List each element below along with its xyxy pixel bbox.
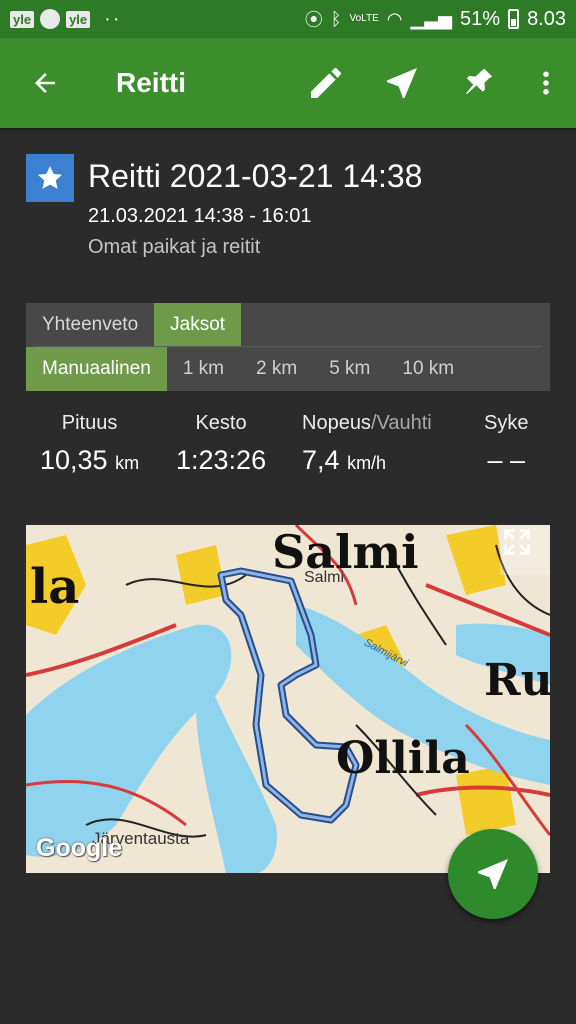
navigation-arrow-icon: [387, 68, 417, 98]
bluetooth-icon: ᛒ: [330, 8, 342, 29]
more-vert-icon: [543, 71, 549, 95]
stat-duration-label: Kesto: [195, 412, 247, 434]
navigation-arrow-icon: [478, 859, 508, 889]
segment-manual[interactable]: Manuaalinen: [26, 347, 167, 391]
yle-notification-icon: yle: [66, 10, 91, 28]
route-date-range: 21.03.2021 14:38 - 16:01: [88, 205, 312, 227]
wifi-icon: ◠: [386, 8, 403, 29]
toolbar-title: Reitti: [116, 67, 186, 98]
segment-1km[interactable]: 1 km: [167, 347, 240, 391]
stat-speed-value: 7,4 km/h: [302, 445, 387, 475]
segment-tabs: Yhteenveto Jaksot Manuaalinen 1 km 2 km …: [26, 303, 550, 391]
stat-speed-label: Nopeus/Vauhti: [302, 412, 432, 434]
route-map[interactable]: Salmi Salmi Ollila Ru la Salmijärvi Järv…: [26, 525, 550, 873]
segment-10km[interactable]: 10 km: [386, 347, 470, 391]
favorite-badge[interactable]: [26, 154, 74, 202]
fullscreen-button[interactable]: [500, 525, 550, 575]
back-button[interactable]: [0, 38, 90, 128]
google-attribution: Google: [36, 834, 123, 862]
stat-length-label: Pituus: [61, 412, 118, 434]
segment-2km[interactable]: 2 km: [240, 347, 313, 391]
segment-5km[interactable]: 5 km: [313, 347, 386, 391]
stat-length: Pituus 10,35 km: [40, 412, 139, 476]
map-label-salmi-small: Salmi: [304, 569, 345, 586]
star-icon: [37, 166, 63, 189]
more-notifications-icon: ··: [104, 7, 122, 30]
battery-percent: 51%: [460, 7, 501, 30]
map-label-ru: Ru: [484, 655, 550, 706]
edit-button[interactable]: [288, 38, 364, 128]
arrow-back-icon: [35, 73, 55, 93]
battery-icon: [508, 9, 520, 29]
route-title: Reitti 2021-03-21 14:38: [88, 158, 423, 194]
more-options-button[interactable]: [516, 38, 576, 128]
clock: 8.03: [527, 7, 566, 30]
route-stats: Pituus 10,35 km Kesto 1:23:26 Nopeus/Vau…: [26, 412, 550, 492]
pin-icon: [466, 68, 493, 95]
location-icon: ⦿: [304, 10, 323, 30]
yle-notification-icon: yle: [10, 10, 35, 28]
map-label-la: la: [30, 559, 80, 615]
toolbar: Reitti: [0, 38, 576, 128]
stat-duration-value: 1:23:26: [176, 445, 267, 475]
volte-icon: VoLTE: [349, 13, 379, 24]
stat-heart-rate-label: Syke: [484, 412, 529, 434]
fullscreen-icon: [504, 529, 530, 555]
stat-length-value: 10,35 km: [40, 445, 140, 475]
route-folder[interactable]: Omat paikat ja reitit: [88, 236, 260, 259]
account-icon: [40, 9, 61, 29]
navigate-button[interactable]: [364, 38, 440, 128]
signal-icon: ▁▃▅: [410, 8, 453, 29]
status-bar: yle yle ·· ⦿ ᛒ VoLTE ◠ ▁▃▅ 51% 8.03: [0, 0, 576, 38]
tab-summary[interactable]: Yhteenveto: [26, 303, 154, 346]
stat-heart-rate: Syke – –: [484, 412, 528, 476]
tab-segments[interactable]: Jaksot: [154, 303, 242, 346]
pin-button[interactable]: [440, 38, 516, 128]
map-label-salmi: Salmi: [272, 525, 419, 579]
pencil-icon: [311, 68, 341, 98]
stat-duration: Kesto 1:23:26: [176, 412, 266, 476]
map-label-ollila: Ollila: [336, 733, 470, 784]
navigate-fab[interactable]: [448, 829, 538, 919]
stat-speed: Nopeus/Vauhti 7,4 km/h: [302, 412, 432, 476]
stat-heart-rate-value: – –: [487, 445, 525, 475]
